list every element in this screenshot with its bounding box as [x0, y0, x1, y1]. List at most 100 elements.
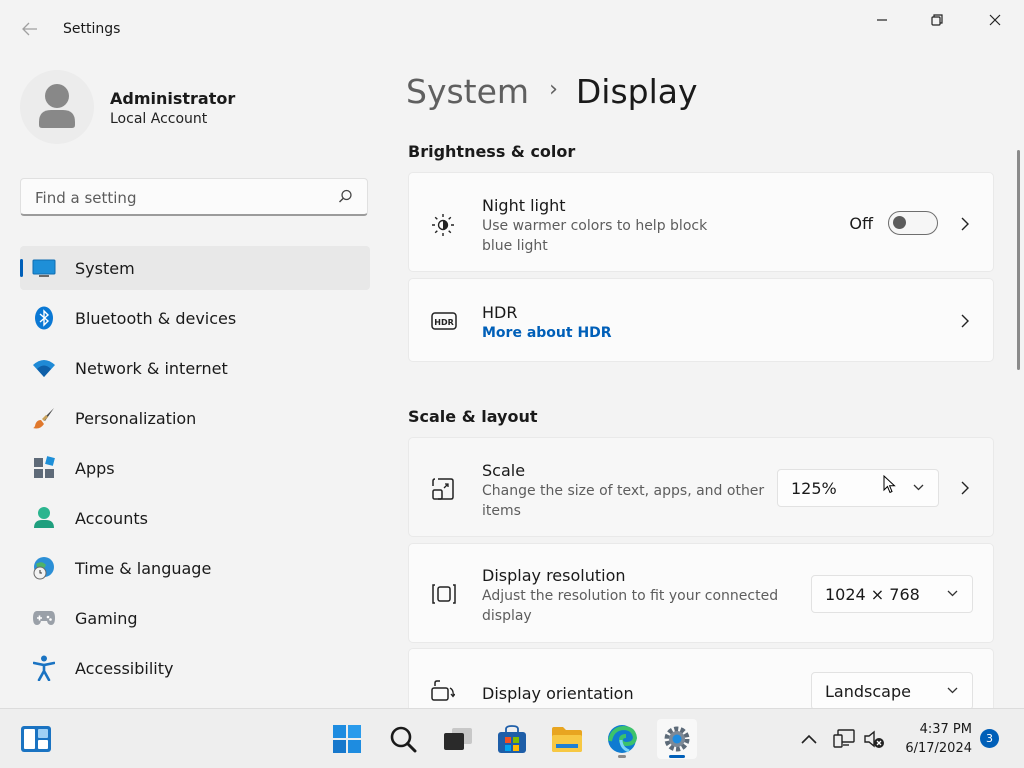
- sidebar-item-label: Gaming: [75, 608, 138, 628]
- running-indicator: [618, 755, 626, 758]
- night-light-state: Off: [849, 214, 873, 233]
- settings-taskbar-button[interactable]: [657, 719, 697, 759]
- show-hidden-icons-button[interactable]: [797, 727, 821, 751]
- hdr-icon: HDR: [431, 309, 457, 333]
- minimize-button[interactable]: [862, 8, 902, 32]
- search-box[interactable]: [20, 178, 368, 216]
- bluetooth-icon: [32, 306, 56, 330]
- title-bar: Settings: [0, 0, 1024, 60]
- sidebar-item-system[interactable]: System: [20, 246, 370, 290]
- hdr-title: HDR: [482, 303, 518, 322]
- folder-icon: [552, 727, 582, 752]
- microsoft-store-button[interactable]: [492, 719, 532, 759]
- sidebar-item-label: Apps: [75, 458, 115, 478]
- sidebar-item-label: Personalization: [75, 408, 197, 428]
- breadcrumb-parent[interactable]: System: [406, 72, 529, 111]
- chevron-right-icon[interactable]: [959, 216, 971, 232]
- sidebar-item-network[interactable]: Network & internet: [20, 346, 370, 390]
- search-icon[interactable]: [338, 189, 353, 204]
- sidebar-item-personalization[interactable]: Personalization: [20, 396, 370, 440]
- orientation-dropdown[interactable]: Landscape: [811, 672, 973, 710]
- sidebar-item-bluetooth[interactable]: Bluetooth & devices: [20, 296, 370, 340]
- night-light-description: Use warmer colors to help block blue lig…: [482, 218, 708, 254]
- sidebar-item-label: Accessibility: [75, 658, 174, 678]
- close-icon: [989, 14, 1001, 26]
- sidebar-item-gaming[interactable]: Gaming: [20, 596, 370, 640]
- clock-date: 6/17/2024: [905, 741, 972, 756]
- start-button[interactable]: [327, 719, 367, 759]
- volume-muted-icon: [864, 730, 884, 748]
- sidebar-item-label: Time & language: [75, 558, 212, 578]
- display-resolution-card[interactable]: Display resolution Adjust the resolution…: [408, 543, 994, 643]
- profile-account-type: Local Account: [110, 111, 208, 127]
- sidebar-item-label: System: [75, 258, 135, 278]
- scale-dropdown[interactable]: 125%: [777, 469, 939, 507]
- scale-value: 125%: [791, 479, 837, 498]
- notification-badge[interactable]: 3: [980, 729, 999, 748]
- orientation-value: Landscape: [825, 682, 911, 701]
- gamepad-icon: [32, 606, 56, 630]
- sidebar-item-accounts[interactable]: Accounts: [20, 496, 370, 540]
- page-title: Display: [575, 72, 698, 111]
- minimize-icon: [877, 19, 887, 21]
- edge-icon: [608, 725, 637, 753]
- active-indicator: [669, 755, 685, 758]
- clock[interactable]: 4:37 PM 6/17/2024: [905, 720, 972, 758]
- widgets-icon: [21, 726, 51, 752]
- network-status-button[interactable]: [832, 727, 856, 751]
- chevron-down-icon: [947, 687, 958, 694]
- sidebar-item-apps[interactable]: Apps: [20, 446, 370, 490]
- clock-time: 4:37 PM: [919, 722, 972, 737]
- search-icon: [390, 726, 417, 753]
- edge-browser-button[interactable]: [602, 719, 642, 759]
- resolution-value: 1024 × 768: [825, 585, 920, 604]
- scale-icon: [431, 477, 455, 501]
- profile-name: Administrator: [110, 89, 236, 108]
- night-light-title: Night light: [482, 196, 566, 215]
- windows-logo-icon: [333, 725, 361, 753]
- search-taskbar-button[interactable]: [383, 719, 423, 759]
- volume-button[interactable]: [862, 727, 886, 751]
- back-arrow-icon: [22, 22, 37, 36]
- avatar[interactable]: [20, 70, 94, 144]
- chevron-right-icon[interactable]: [959, 313, 971, 329]
- chevron-down-icon: [913, 484, 924, 491]
- sidebar-item-accessibility[interactable]: Accessibility: [20, 646, 370, 690]
- widgets-button[interactable]: [16, 719, 56, 759]
- scale-title: Scale: [482, 461, 526, 480]
- restore-icon: [931, 14, 943, 26]
- section-title-scale-layout: Scale & layout: [408, 407, 538, 426]
- person-avatar-icon: [39, 84, 75, 128]
- hdr-card[interactable]: HDR HDR More about HDR: [408, 278, 994, 362]
- task-view-button[interactable]: [438, 719, 478, 759]
- night-light-card[interactable]: Night light Use warmer colors to help bl…: [408, 172, 994, 272]
- chevron-up-icon: [801, 734, 817, 744]
- sidebar-nav: System Bluetooth & devices Network & int…: [20, 246, 370, 696]
- resolution-title: Display resolution: [482, 566, 626, 585]
- accessibility-icon: [32, 655, 56, 681]
- sidebar-item-label: Bluetooth & devices: [75, 308, 237, 328]
- night-light-toggle[interactable]: [888, 211, 938, 235]
- breadcrumb: System › Display: [406, 72, 698, 111]
- chevron-right-icon[interactable]: [959, 480, 971, 496]
- scale-card[interactable]: Scale Change the size of text, apps, and…: [408, 437, 994, 537]
- close-button[interactable]: [975, 8, 1015, 32]
- sidebar-item-label: Network & internet: [75, 358, 228, 378]
- search-input[interactable]: [33, 185, 337, 211]
- sidebar-item-time-language[interactable]: Time & language: [20, 546, 370, 590]
- orientation-title: Display orientation: [482, 684, 634, 703]
- svg-text:HDR: HDR: [434, 318, 454, 327]
- display-orientation-card[interactable]: Display orientation Landscape: [408, 648, 994, 710]
- store-icon: [498, 725, 526, 753]
- task-view-icon: [444, 728, 472, 750]
- file-explorer-button[interactable]: [547, 719, 587, 759]
- hdr-more-link[interactable]: More about HDR: [482, 325, 612, 341]
- scrollbar-thumb[interactable]: [1017, 150, 1020, 370]
- resolution-dropdown[interactable]: 1024 × 768: [811, 575, 973, 613]
- scale-description: Change the size of text, apps, and other…: [482, 483, 765, 519]
- monitor-icon: [32, 256, 56, 280]
- restore-button[interactable]: [917, 8, 957, 32]
- back-button[interactable]: [18, 20, 42, 42]
- mouse-cursor-icon: [883, 475, 896, 494]
- app-title: Settings: [63, 21, 121, 37]
